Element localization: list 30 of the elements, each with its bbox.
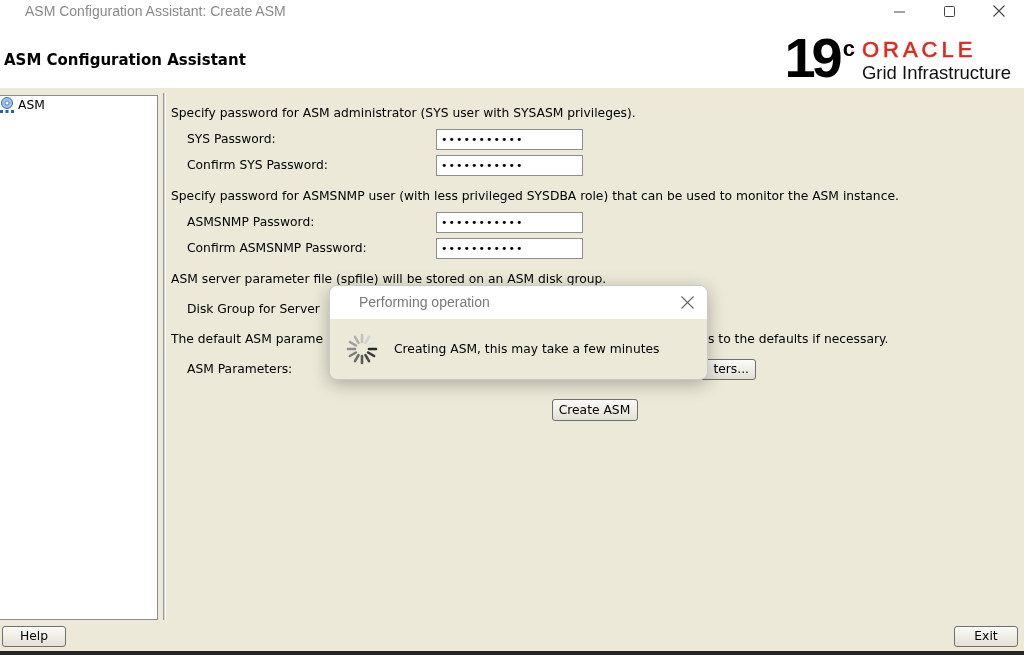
status-message: Creating ASM, this may take a few minutes — [394, 341, 660, 357]
close-icon — [680, 296, 694, 309]
field-label: Disk Group for Server — [187, 301, 320, 317]
instruction-text: The default ASM parame — [171, 331, 324, 346]
version-suffix: c — [842, 38, 855, 60]
password-field[interactable]: ••••••••••• — [436, 211, 583, 233]
brand-wordmark: ORACLE — [861, 39, 977, 61]
spinner-icon — [346, 333, 378, 365]
instruction-text: Specify password for ASMSNMP user (with less privileged SYSDBA role) that can be used to monitor the ASM instance. — [171, 188, 899, 204]
field-label: ASMSNMP Password: — [187, 214, 315, 229]
password-field[interactable]: ••••••••••• — [436, 154, 583, 176]
maximize-icon — [943, 5, 955, 17]
instruction-text: s to the defaults if necessary. — [708, 331, 889, 347]
create-button[interactable]: Create ASM — [551, 399, 638, 421]
field-label: Confirm SYS Password: — [187, 157, 328, 172]
instruction-text: Specify password for ASM administrator (SYS user with SYSASM privileges). — [171, 105, 636, 121]
dialog-title: Performing operation — [359, 294, 490, 311]
exit-button[interactable]: Exit — [954, 626, 1018, 647]
app-title: ASM Configuration Assistant — [4, 51, 246, 69]
window-title: ASM Configuration Assistant: Create ASM — [25, 2, 286, 20]
product-name: Grid Infrastructure — [861, 62, 1011, 83]
tree-item[interactable]: ASM — [0, 97, 157, 113]
password-field[interactable]: ••••••••••• — [436, 237, 583, 259]
field-label: Confirm ASMSNMP Password: — [187, 240, 367, 255]
field-label: SYS Password: — [187, 131, 276, 146]
password-field[interactable]: ••••••••••• — [436, 128, 583, 150]
help-button[interactable]: Help — [2, 626, 66, 647]
version-number: 19 — [784, 36, 839, 80]
field-label: ASM Parameters: — [187, 361, 293, 376]
close-icon — [993, 5, 1005, 17]
